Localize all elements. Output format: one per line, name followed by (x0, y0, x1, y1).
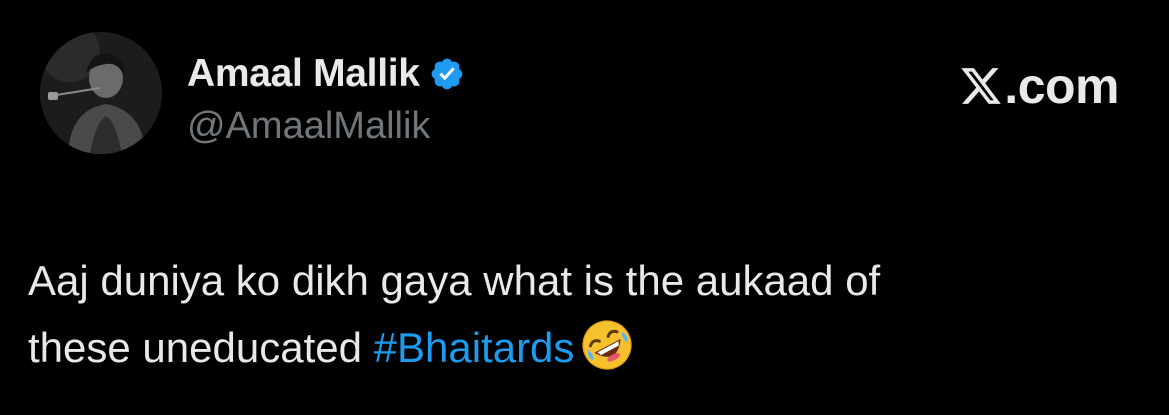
hashtag-link[interactable]: #Bhaitards (374, 324, 575, 371)
avatar-photo (40, 32, 162, 154)
author-display-name[interactable]: Amaal Mallik (187, 52, 420, 96)
tweet-line-2: these uneducated #Bhaitards (28, 314, 1138, 381)
author-handle[interactable]: @AmaalMallik (187, 105, 430, 148)
brand-domain-text: .com (1004, 58, 1119, 114)
tweet-line-2-text: these uneducated (28, 324, 374, 371)
brand-watermark: .com (959, 58, 1119, 114)
rolling-on-the-floor-laughing-emoji (580, 318, 634, 372)
avatar[interactable] (40, 32, 162, 154)
tweet-body: Aaj duniya ko dikh gaya what is the auka… (28, 247, 1138, 381)
x-logo-icon (959, 64, 1003, 108)
author-name-row: Amaal Mallik (187, 52, 465, 96)
verified-badge-icon (429, 56, 465, 92)
tweet-line-1: Aaj duniya ko dikh gaya what is the auka… (28, 257, 881, 304)
